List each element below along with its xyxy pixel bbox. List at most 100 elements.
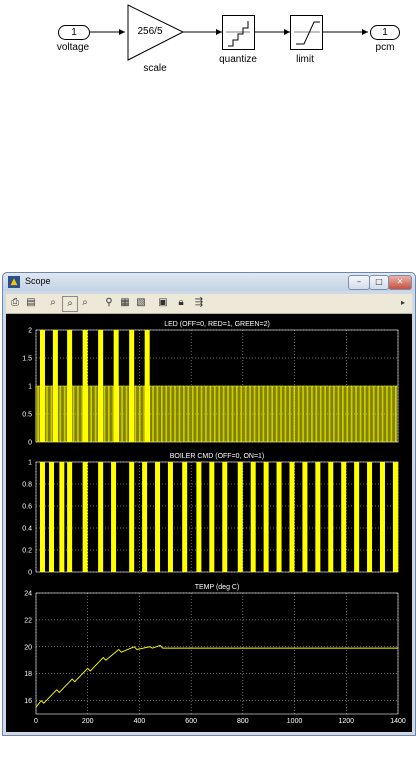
outport-label: pcm xyxy=(375,42,395,53)
time-offset-value: 0 xyxy=(52,762,56,769)
trace-pulse xyxy=(155,462,161,572)
x-tick-label: 1200 xyxy=(338,718,354,725)
inport-label: voltage xyxy=(56,42,90,53)
saturation-block[interactable] xyxy=(290,15,323,50)
time-offset: Time offset: 0 xyxy=(12,762,56,769)
x-tick-label: 800 xyxy=(237,718,249,725)
x-tick-label: 0 xyxy=(34,718,38,725)
trace-pulse xyxy=(142,462,148,572)
trace-pulse xyxy=(250,462,256,572)
y-tick-label: 0.2 xyxy=(22,548,32,555)
restore-axes-icon[interactable]: ▧ xyxy=(134,296,148,310)
trace-pulse xyxy=(59,462,65,572)
y-tick-label: 1 xyxy=(28,460,32,467)
trace-pulse xyxy=(289,462,295,572)
zoom-x-icon[interactable]: ⌕ xyxy=(62,296,78,312)
signal-selector-icon[interactable]: ⇶ xyxy=(192,296,206,310)
trace-pulse xyxy=(315,462,321,572)
trace-pulse xyxy=(82,462,88,572)
trace-pulse xyxy=(367,462,373,572)
trace-pulse xyxy=(67,330,73,442)
floating-scope-icon[interactable]: ▣ xyxy=(156,296,170,310)
x-tick-label: 600 xyxy=(185,718,197,725)
scope-toolbar: ⎙ ▤ ⌕ ⌕ ⌕ ⚲ ▦ ▧ ▣ 🔒︎ ⇶ ▸ xyxy=(6,294,412,314)
x-tick-label: 1000 xyxy=(287,718,303,725)
axes-box xyxy=(35,592,399,715)
trace-pulse xyxy=(222,462,228,572)
y-tick-label: 22 xyxy=(24,617,32,624)
y-tick-label: 0.6 xyxy=(22,504,32,511)
trace-pulse xyxy=(39,330,45,442)
y-tick-label: 0.8 xyxy=(22,482,32,489)
y-tick-label: 1.5 xyxy=(22,356,32,363)
print-icon[interactable]: ⎙ xyxy=(8,296,22,310)
matlab-scope-icon: ▲ xyxy=(8,276,20,288)
trace-pulse xyxy=(263,462,269,572)
trace-pulse xyxy=(98,462,104,572)
trace-pulse xyxy=(379,462,385,572)
y-tick-label: 0 xyxy=(28,570,32,577)
y-tick-label: 2 xyxy=(28,328,32,335)
trace-pulse xyxy=(144,330,150,442)
trace-pulse xyxy=(237,462,243,572)
trace-pulse xyxy=(209,462,215,572)
chart-title: TEMP (deg C) xyxy=(195,584,240,591)
trace-pulse xyxy=(49,462,55,572)
trace-pulse xyxy=(82,330,88,442)
scope-plot-area[interactable]: LED (OFF=0, RED=1, GREEN=2) 0 0.5 1 1.5 2 BOIL… xyxy=(6,314,412,769)
trace-pulse xyxy=(67,462,73,572)
dropdown-icon[interactable]: ▸ xyxy=(396,296,410,310)
scope-window: ▲ Scope – □ ✕ ⎙ ▤ ⌕ ⌕ ⌕ ⚲ ▦ ▧ ▣ 🔒︎ ⇶ ▸ L… xyxy=(2,272,416,769)
chart-title: BOILER CMD (OFF=0, ON=1) xyxy=(170,453,265,460)
trace-pulse xyxy=(196,462,202,572)
lock-axes-icon[interactable]: 🔒︎ xyxy=(174,296,188,310)
trace-pulse xyxy=(328,462,334,572)
trace-pulse xyxy=(276,462,282,572)
y-tick-label: 1 xyxy=(28,384,32,391)
zoom-icon[interactable]: ⌕ xyxy=(46,296,60,310)
trace-pulse xyxy=(113,330,119,442)
window-title: Scope xyxy=(25,276,51,286)
quantizer-block[interactable] xyxy=(222,15,255,50)
autoscale-icon[interactable]: ⚲ xyxy=(102,296,116,310)
save-axes-icon[interactable]: ▦ xyxy=(118,296,132,310)
outport-pcm[interactable]: 1 xyxy=(370,25,400,40)
y-tick-label: 16 xyxy=(24,698,32,705)
trace-pulse xyxy=(341,462,347,572)
x-tick-label: 400 xyxy=(134,718,146,725)
trace-pulse xyxy=(129,462,135,572)
y-tick-label: 24 xyxy=(24,591,32,598)
inport-voltage[interactable]: 1 xyxy=(58,25,90,40)
close-icon[interactable]: ✕ xyxy=(388,275,412,290)
trace-temperature xyxy=(35,644,398,708)
simulink-diagram: 1 voltage 256/5 scale quantize limit 1 p… xyxy=(0,0,416,90)
trace-pulse xyxy=(354,462,360,572)
maximize-icon[interactable]: □ xyxy=(369,275,389,290)
chart-title: LED (OFF=0, RED=1, GREEN=2) xyxy=(164,321,270,328)
y-tick-label: 0.5 xyxy=(22,412,32,419)
x-tick-label: 200 xyxy=(82,718,94,725)
trace-pulse xyxy=(129,330,135,442)
trace-pulse xyxy=(111,462,117,572)
y-tick-label: 0.4 xyxy=(22,526,32,533)
y-tick-label: 18 xyxy=(24,671,32,678)
trace-pulse xyxy=(392,462,398,572)
zoom-y-icon[interactable]: ⌕ xyxy=(78,296,92,310)
quantizer-label: quantize xyxy=(219,54,257,65)
time-offset-label: Time offset: xyxy=(12,762,49,769)
trace-pulse xyxy=(182,462,188,572)
trace-pulse xyxy=(302,462,308,572)
x-tick-label: 1400 xyxy=(390,718,406,725)
trace-pulse xyxy=(39,462,45,572)
gain-value: 256/5 xyxy=(137,26,163,37)
scope-plots: LED (OFF=0, RED=1, GREEN=2) 0 0.5 1 1.5 2 BOIL… xyxy=(22,321,406,725)
saturation-label: limit xyxy=(296,54,314,65)
gain-label: scale xyxy=(143,63,167,74)
minimize-icon[interactable]: – xyxy=(348,275,370,290)
y-tick-label: 20 xyxy=(24,644,32,651)
trace-pulse xyxy=(52,330,58,442)
title-bar[interactable]: ▲ Scope – □ ✕ xyxy=(3,273,415,291)
trace-pulse xyxy=(98,330,104,442)
parameters-icon[interactable]: ▤ xyxy=(24,296,38,310)
trace-pulse xyxy=(167,462,173,572)
